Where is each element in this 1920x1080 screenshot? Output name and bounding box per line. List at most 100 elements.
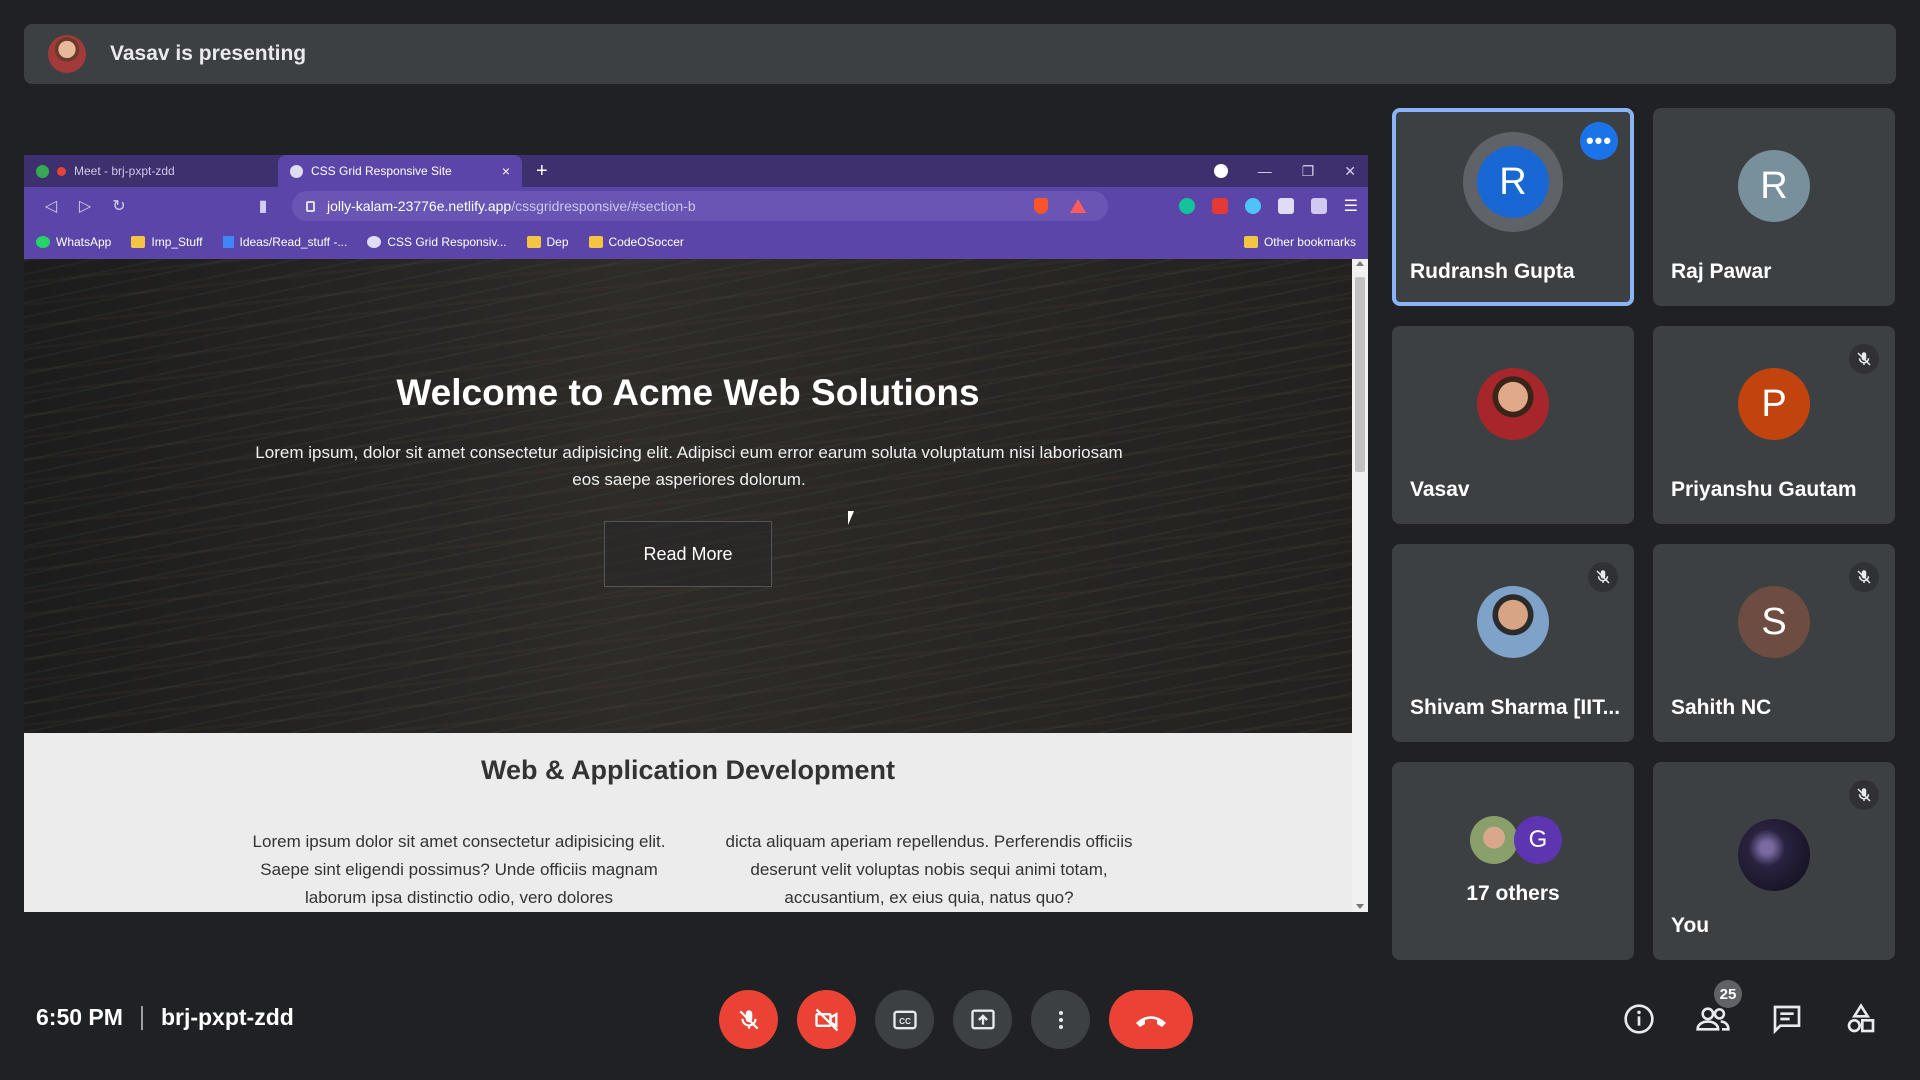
tile-you[interactable]: You <box>1653 762 1895 960</box>
close-tab-icon[interactable]: × <box>502 163 510 179</box>
minimize-icon[interactable]: — <box>1258 163 1272 179</box>
shared-screen[interactable]: Meet - brj-pxpt-zdd CSS Grid Responsive … <box>24 155 1368 912</box>
mic-off-icon <box>739 1009 758 1029</box>
leave-call-button[interactable] <box>1109 990 1193 1049</box>
read-more-button[interactable]: Read More <box>604 521 772 587</box>
people-button[interactable]: 25 <box>1694 980 1742 1038</box>
avatar: R <box>1738 150 1810 222</box>
hero-title: Welcome to Acme Web Solutions <box>396 372 980 413</box>
url-host: jolly-kalam-23776e.netlify.app <box>327 198 512 214</box>
bookmark-css-grid[interactable]: CSS Grid Responsiv... <box>367 235 507 249</box>
recording-dot-icon <box>57 166 66 176</box>
tile-sahith-nc[interactable]: S Sahith NC <box>1653 544 1895 742</box>
tile-others[interactable]: G 17 others <box>1392 762 1634 960</box>
scrollbar-thumb[interactable] <box>1355 277 1365 472</box>
bookmark-label: Imp_Stuff <box>151 235 203 249</box>
bookmark-label: CSS Grid Responsiv... <box>387 235 507 249</box>
bookmark-label: Ideas/Read_stuff -... <box>239 235 348 249</box>
url-field[interactable]: jolly-kalam-23776e.netlify.app/cssgridre… <box>292 191 1108 221</box>
scroll-up-icon[interactable] <box>1356 261 1364 266</box>
forward-icon[interactable]: ▷ <box>68 196 102 216</box>
brave-rewards-icon[interactable] <box>1070 199 1086 213</box>
activities-button[interactable] <box>1842 1000 1880 1038</box>
meeting-details-button[interactable] <box>1620 1000 1658 1038</box>
reload-icon[interactable]: ↻ <box>102 196 136 216</box>
participant-name: Raj Pawar <box>1671 260 1772 283</box>
muted-mic-icon <box>1849 344 1879 374</box>
page-scrollbar[interactable] <box>1352 259 1368 912</box>
avatar <box>1477 586 1549 658</box>
more-options-button[interactable]: ••• <box>1580 122 1618 160</box>
tile-raj-pawar[interactable]: R Raj Pawar <box>1653 108 1895 306</box>
extensions-puzzle-icon[interactable] <box>1277 198 1294 214</box>
chat-button[interactable] <box>1768 1000 1806 1038</box>
brave-shield-icon[interactable] <box>1034 198 1048 214</box>
tab-css-grid-title: CSS Grid Responsive Site <box>311 164 452 178</box>
svg-text:CC: CC <box>899 1017 911 1026</box>
more-vert-icon <box>1058 1010 1063 1029</box>
tile-rudransh-gupta[interactable]: R ••• Rudransh Gupta <box>1392 108 1634 306</box>
muted-mic-icon <box>1849 562 1879 592</box>
video-ext-icon[interactable] <box>1211 198 1228 214</box>
tab-meet[interactable]: Meet - brj-pxpt-zdd <box>24 155 278 187</box>
url-path: /cssgridresponsive/#section-b <box>511 198 696 214</box>
participant-name: Vasav <box>1410 478 1470 501</box>
more-options-button[interactable] <box>1031 990 1090 1049</box>
bookmark-imp-stuff[interactable]: Imp_Stuff <box>131 235 203 249</box>
divider <box>140 1005 143 1030</box>
section-column-1: Lorem ipsum dolor sit amet consectetur a… <box>252 832 666 907</box>
presenting-label: Vasav is presenting <box>110 42 307 65</box>
avatar: G <box>1514 816 1562 864</box>
lock-icon <box>306 200 315 212</box>
folder-icon <box>131 236 146 248</box>
bookmark-label: Dep <box>546 235 569 249</box>
restore-icon[interactable]: ❐ <box>1302 163 1315 180</box>
presenting-banner: Vasav is presenting <box>24 24 1896 84</box>
wallet-icon[interactable] <box>1310 198 1327 214</box>
bookmark-label: WhatsApp <box>56 235 112 249</box>
folder-icon <box>588 236 603 248</box>
folder-icon <box>1243 236 1258 248</box>
bookmark-codeosoccer[interactable]: CodeOSoccer <box>588 235 684 249</box>
camera-off-icon <box>814 1008 838 1031</box>
bookmark-ideas[interactable]: Ideas/Read_stuff -... <box>222 235 348 249</box>
globe-icon <box>367 236 382 248</box>
scroll-down-icon[interactable] <box>1356 904 1364 909</box>
hang-up-icon <box>1136 1015 1166 1027</box>
other-bookmarks[interactable]: Other bookmarks <box>1243 235 1356 249</box>
tile-priyanshu-gautam[interactable]: P Priyanshu Gautam <box>1653 326 1895 524</box>
profile-icon[interactable] <box>1213 164 1228 178</box>
menu-icon[interactable]: ☰ <box>1344 196 1358 216</box>
muted-mic-icon <box>1588 562 1618 592</box>
tab-css-grid[interactable]: CSS Grid Responsive Site × <box>278 155 522 187</box>
captions-button[interactable]: CC <box>875 990 934 1049</box>
tile-shivam-sharma[interactable]: Shivam Sharma [IIT... <box>1392 544 1634 742</box>
info-icon <box>1624 1004 1654 1034</box>
participant-name: Sahith NC <box>1671 696 1772 719</box>
search-ext-icon[interactable] <box>1244 198 1261 214</box>
back-icon[interactable]: ◁ <box>34 196 68 216</box>
meeting-info: 6:50 PM brj-pxpt-zdd <box>36 1004 294 1031</box>
camera-toggle-button[interactable] <box>797 990 856 1049</box>
meet-favicon-icon <box>36 164 49 178</box>
globe-icon <box>290 164 303 178</box>
grammarly-icon[interactable] <box>1178 198 1195 214</box>
bookmark-whatsapp[interactable]: WhatsApp <box>36 235 111 249</box>
bookmark-dep[interactable]: Dep <box>526 235 569 249</box>
present-screen-button[interactable] <box>953 990 1012 1049</box>
avatar <box>1477 368 1549 440</box>
captions-icon: CC <box>892 1010 917 1029</box>
clock-time: 6:50 PM <box>36 1004 123 1030</box>
tile-vasav[interactable]: Vasav <box>1392 326 1634 524</box>
hero-section: Welcome to Acme Web Solutions Lorem ipsu… <box>24 259 1352 733</box>
bookmark-page-icon[interactable]: ▮ <box>246 196 280 216</box>
close-window-icon[interactable]: ✕ <box>1344 163 1356 180</box>
docs-icon <box>222 236 234 248</box>
new-tab-button[interactable]: + <box>536 160 548 183</box>
participant-count-badge: 25 <box>1714 980 1742 1008</box>
participant-name: 17 others <box>1466 882 1560 905</box>
meeting-side-actions: 25 <box>1620 980 1880 1038</box>
microphone-toggle-button[interactable] <box>719 990 778 1049</box>
section-title: Web & Application Development <box>480 755 896 785</box>
bookmarks-bar: WhatsApp Imp_Stuff Ideas/Read_stuff -...… <box>24 225 1368 259</box>
